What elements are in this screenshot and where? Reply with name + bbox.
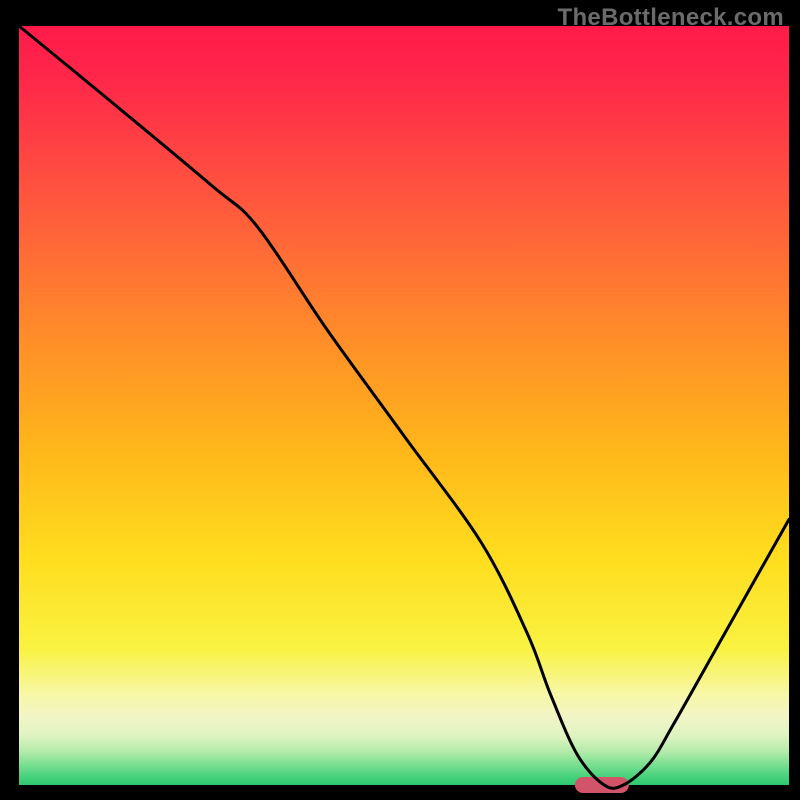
watermark-text: TheBottleneck.com <box>558 4 784 32</box>
chart-frame: TheBottleneck.com <box>0 0 800 800</box>
plot-background <box>19 26 789 785</box>
bottleneck-chart <box>0 0 800 800</box>
